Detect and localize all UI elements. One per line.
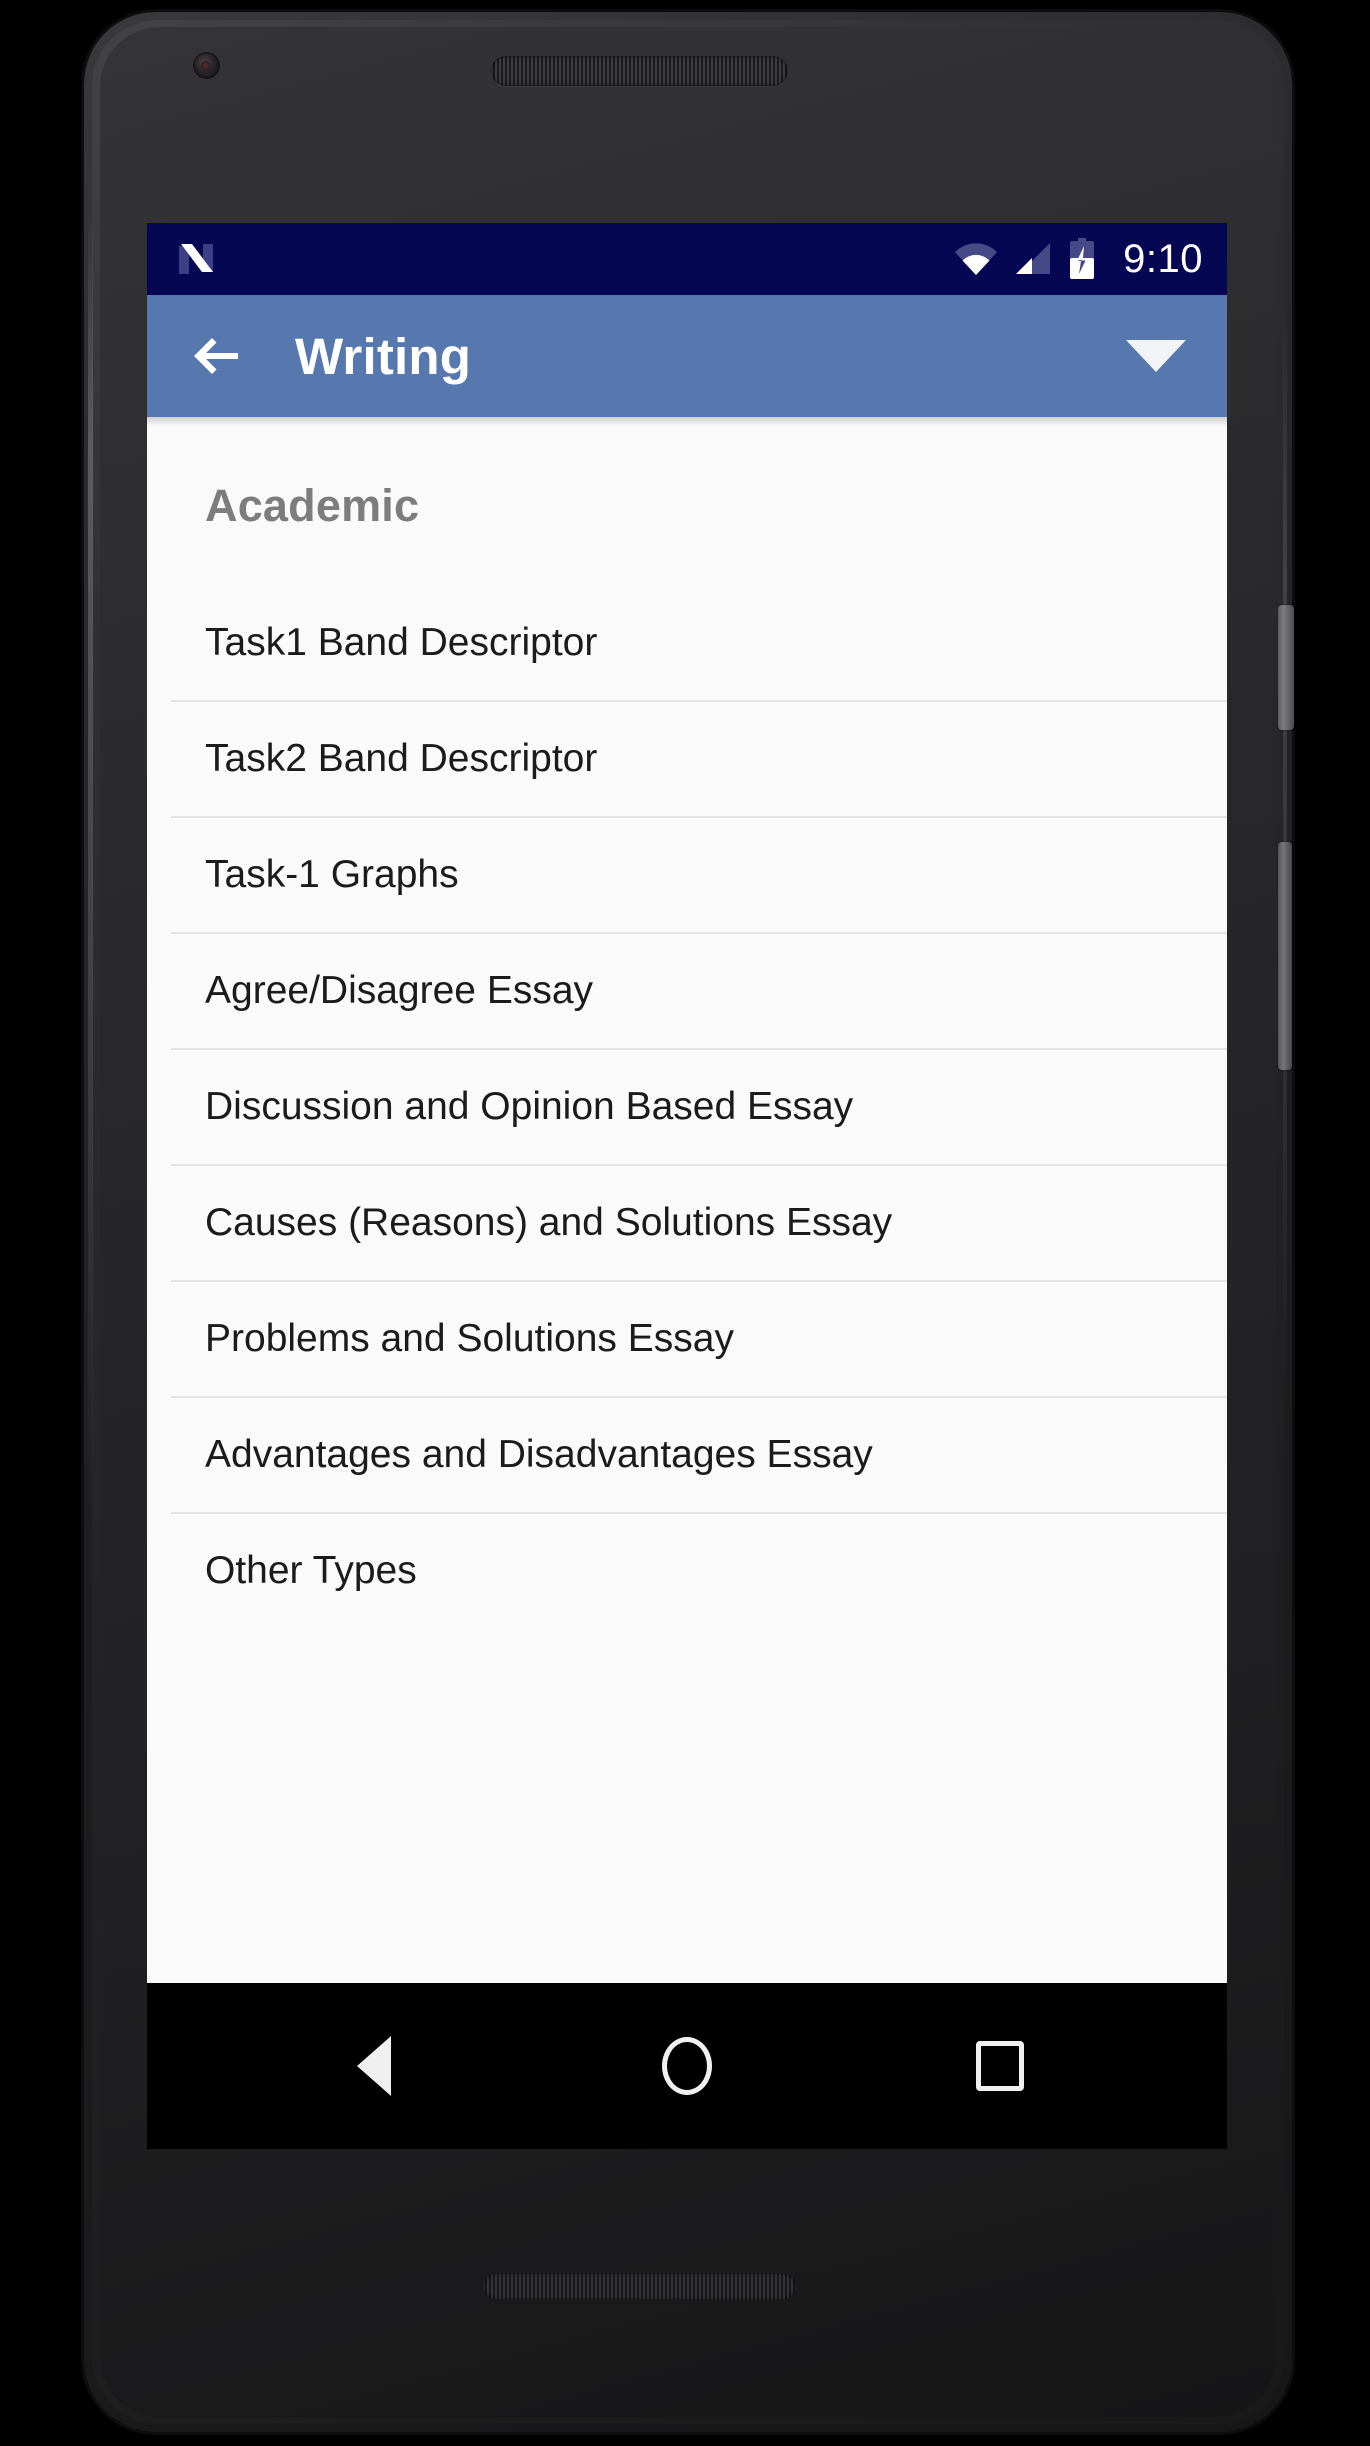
list-item[interactable]: Other Types: [147, 1512, 1227, 1628]
list-item[interactable]: Advantages and Disadvantages Essay: [147, 1396, 1227, 1512]
list-item[interactable]: Agree/Disagree Essay: [147, 932, 1227, 1048]
triangle-back-icon: [356, 2036, 391, 2096]
android-n-logo-icon: [173, 236, 219, 282]
status-bar-clock: 9:10: [1123, 237, 1203, 281]
content-area: Academic Task1 Band Descriptor Task2 Ban…: [147, 417, 1227, 1983]
volume-button[interactable]: [1278, 842, 1292, 1070]
list-item[interactable]: Problems and Solutions Essay: [147, 1280, 1227, 1396]
dropdown-button[interactable]: [1125, 325, 1187, 387]
android-navigation-bar: [147, 1983, 1227, 2149]
front-camera-icon: [193, 52, 220, 79]
phone-screen: 9:10 Writing Academic Task1 Band Descrip…: [147, 223, 1227, 2149]
power-button[interactable]: [1278, 605, 1294, 730]
list-item[interactable]: Causes (Reasons) and Solutions Essay: [147, 1164, 1227, 1280]
bottom-speaker-grille: [483, 2273, 796, 2300]
back-button[interactable]: [185, 325, 247, 387]
wifi-icon: [955, 243, 998, 275]
list-item[interactable]: Task2 Band Descriptor: [147, 700, 1227, 816]
nav-home-button[interactable]: [627, 2006, 747, 2126]
earpiece-speaker-grille: [491, 56, 788, 86]
screenshot-root: 9:10 Writing Academic Task1 Band Descrip…: [0, 0, 1370, 2446]
list-item[interactable]: Task-1 Graphs: [147, 816, 1227, 932]
status-bar-icons: 9:10: [954, 238, 1203, 280]
nav-back-button[interactable]: [314, 2006, 434, 2126]
section-header-academic: Academic: [205, 480, 420, 531]
battery-charging-icon: [1070, 238, 1095, 279]
circle-home-icon: [661, 2037, 712, 2095]
cellular-signal-icon: [1016, 243, 1051, 274]
writing-topic-list: Task1 Band Descriptor Task2 Band Descrip…: [147, 584, 1227, 1628]
caret-down-icon: [1126, 340, 1186, 372]
status-bar: 9:10: [147, 223, 1227, 295]
arrow-left-icon: [194, 338, 238, 374]
square-recents-icon: [976, 2041, 1025, 2091]
list-item[interactable]: Discussion and Opinion Based Essay: [147, 1048, 1227, 1164]
app-bar: Writing: [147, 295, 1227, 426]
page-title: Writing: [295, 327, 472, 385]
phone-left-rim-highlight: [88, 210, 93, 1510]
nav-recents-button[interactable]: [940, 2006, 1060, 2126]
list-item[interactable]: Task1 Band Descriptor: [147, 584, 1227, 700]
